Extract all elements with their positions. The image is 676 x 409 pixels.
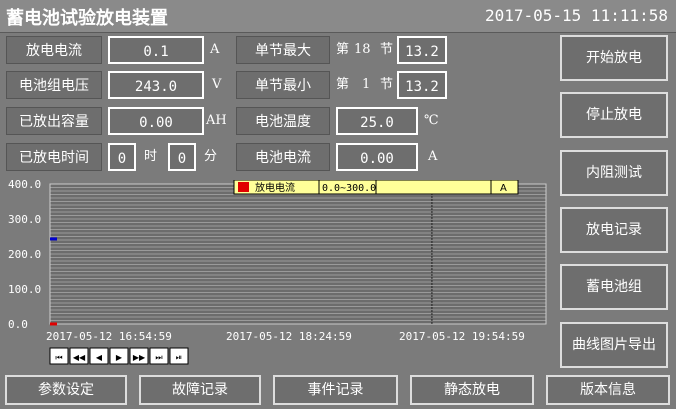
battery-voltage-unit: V (212, 77, 222, 92)
tab-version-info[interactable]: 版本信息 (546, 375, 670, 405)
x-tick-label: 2017-05-12 19:54:59 (399, 330, 525, 343)
discharge-chart: 400.0 300.0 200.0 100.0 0.0 放电电流 0.0~300.0 A 201… (8, 178, 547, 365)
prev-button[interactable]: ◀ (89, 347, 109, 365)
legend-name: 放电电流 (255, 181, 295, 194)
tab-fault-records[interactable]: 故障记录 (139, 375, 261, 405)
y-tick-label: 200.0 (8, 248, 41, 261)
legend-unit: A (500, 183, 507, 194)
discharged-capacity-label: 已放出容量 (6, 107, 102, 135)
title-bar: 蓄电池试验放电装置 2017-05-15 11:11:58 (0, 0, 676, 33)
internal-resistance-test-button[interactable]: 内阻测试 (560, 150, 668, 196)
battery-temp-label: 电池温度 (236, 107, 330, 135)
discharge-hours-unit: 时 (144, 149, 158, 164)
data-point (50, 237, 57, 241)
tab-event-records[interactable]: 事件记录 (273, 375, 398, 405)
datetime-readout: 2017-05-15 11:11:58 (484, 6, 668, 25)
legend-swatch (238, 182, 249, 192)
x-tick-label: 2017-05-12 16:54:59 (46, 330, 172, 343)
x-tick-label: 2017-05-12 18:24:59 (226, 330, 352, 343)
start-discharge-button[interactable]: 开始放电 (560, 35, 668, 81)
battery-temp-unit: ℃ (424, 113, 439, 128)
export-curve-image-button[interactable]: 曲线图片导出 (560, 322, 668, 368)
chart-area: 400.0 300.0 200.0 100.0 0.0 放电电流 0.0~300.0 A 201… (6, 178, 550, 370)
cell-min-label: 单节最小 (236, 71, 330, 99)
discharge-hours-value: 0 (108, 143, 136, 171)
battery-current-label: 电池电流 (236, 143, 330, 171)
discharge-minutes-unit: 分 (204, 149, 218, 164)
discharge-current-value: 0.1 (108, 36, 204, 64)
cell-max-prefix: 第 (336, 42, 350, 57)
discharge-minutes-value: 0 (168, 143, 196, 171)
cell-min-suffix: 节 (380, 77, 394, 92)
battery-voltage-value: 243.0 (108, 71, 204, 99)
next-icon: ▶ (116, 353, 123, 362)
y-tick-label: 400.0 (8, 180, 41, 191)
last-button[interactable]: ⏭ (149, 347, 169, 365)
discharged-capacity-value: 0.00 (108, 107, 204, 135)
battery-voltage-label: 电池组电压 (6, 71, 102, 99)
last-icon: ⏭ (155, 353, 162, 362)
cell-max-index: 18 (354, 42, 371, 57)
cell-min-value: 13.2 (397, 71, 447, 99)
app-title: 蓄电池试验放电装置 (6, 8, 168, 29)
discharge-current-label: 放电电流 (6, 36, 102, 64)
prev-fast-icon: ◀◀ (73, 353, 86, 362)
battery-current-value: 0.00 (336, 143, 418, 171)
discharge-time-label: 已放电时间 (6, 143, 102, 171)
legend-range: 0.0~300.0 (322, 183, 376, 194)
data-point (50, 322, 57, 326)
tab-parameter-settings[interactable]: 参数设定 (5, 375, 127, 405)
y-tick-label: 100.0 (8, 283, 41, 296)
prev-fast-button[interactable]: ◀◀ (69, 347, 89, 365)
tab-static-discharge[interactable]: 静态放电 (410, 375, 534, 405)
prev-icon: ◀ (96, 353, 103, 362)
y-tick-label: 300.0 (8, 213, 41, 226)
end-button[interactable]: ⏯ (169, 347, 189, 365)
discharge-current-unit: A (210, 42, 220, 57)
cell-max-value: 13.2 (397, 36, 447, 64)
cell-min-index: 1 (362, 77, 371, 92)
stop-discharge-button[interactable]: 停止放电 (560, 92, 668, 138)
battery-current-unit: A (428, 149, 438, 164)
cell-max-suffix: 节 (380, 42, 394, 57)
battery-group-button[interactable]: 蓄电池组 (560, 264, 668, 310)
y-tick-label: 0.0 (8, 318, 28, 331)
discharged-capacity-unit: AH (206, 113, 227, 128)
first-icon: ⏮ (55, 353, 62, 362)
app-window: 蓄电池试验放电装置 2017-05-15 11:11:58 放电电流 0.1 A… (0, 0, 676, 409)
end-icon: ⏯ (176, 353, 182, 362)
discharge-record-button[interactable]: 放电记录 (560, 207, 668, 253)
next-fast-button[interactable]: ▶▶ (129, 347, 149, 365)
first-button[interactable]: ⏮ (49, 347, 69, 365)
next-button[interactable]: ▶ (109, 347, 129, 365)
cell-min-prefix: 第 (336, 77, 350, 92)
cell-max-label: 单节最大 (236, 36, 330, 64)
battery-temp-value: 25.0 (336, 107, 418, 135)
next-fast-icon: ▶▶ (133, 353, 146, 362)
